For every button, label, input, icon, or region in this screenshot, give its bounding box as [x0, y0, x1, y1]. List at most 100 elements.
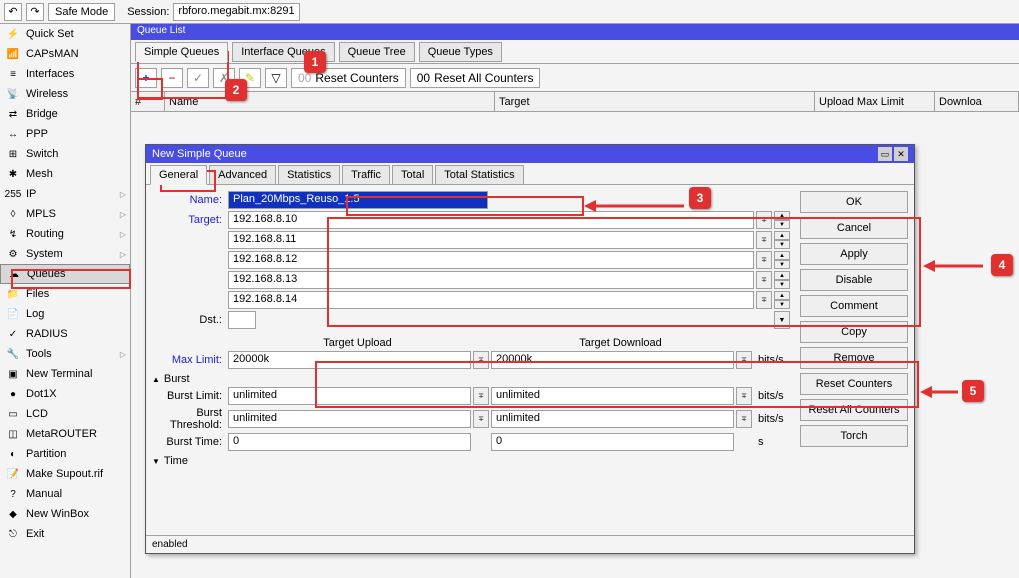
burstthresh-down-dd[interactable]: ∓ [736, 410, 752, 428]
reset-all-counters-button[interactable]: 00Reset All Counters [410, 68, 541, 88]
burstlimit-up-input[interactable]: unlimited [228, 387, 471, 405]
burstlimit-down-dd[interactable]: ∓ [736, 387, 752, 405]
maxlimit-down-dd[interactable]: ∓ [736, 351, 752, 369]
tab-queue-tree[interactable]: Queue Tree [339, 42, 415, 62]
target-up-0[interactable]: ▲ [774, 211, 790, 220]
bursttime-down-input[interactable]: 0 [491, 433, 734, 451]
sidebar-item-switch[interactable]: ⊞Switch [0, 144, 130, 164]
name-input[interactable]: Plan_20Mbps_Reuso_1:5 [228, 191, 488, 209]
burstthresh-down-input[interactable]: unlimited [491, 410, 734, 428]
remove-button[interactable]: − [161, 68, 183, 88]
dlg-tab-advanced[interactable]: Advanced [209, 165, 276, 185]
safe-mode-button[interactable]: Safe Mode [48, 3, 115, 21]
sidebar-item-partition[interactable]: ◐Partition [0, 444, 130, 464]
target-dd-4[interactable]: ∓ [756, 291, 772, 309]
reset-counters-button[interactable]: 00Reset Counters [291, 68, 406, 88]
minimize-icon[interactable]: ▭ [878, 147, 892, 161]
maxlimit-up-input[interactable]: 20000k [228, 351, 471, 369]
sidebar-item-files[interactable]: 📁Files [0, 284, 130, 304]
dlg-btn-ok[interactable]: OK [800, 191, 908, 213]
comment-button[interactable]: ✎ [239, 68, 261, 88]
add-button[interactable]: + [135, 68, 157, 88]
target-dd-1[interactable]: ∓ [756, 231, 772, 249]
sidebar-item-quick-set[interactable]: ⚡Quick Set [0, 24, 130, 44]
sidebar-item-mesh[interactable]: ✱Mesh [0, 164, 130, 184]
burstlimit-down-input[interactable]: unlimited [491, 387, 734, 405]
sidebar-item-wireless[interactable]: 📡Wireless [0, 84, 130, 104]
disable-button[interactable]: ✗ [213, 68, 235, 88]
sidebar-item-ip[interactable]: 255IP▷ [0, 184, 130, 204]
dlg-btn-disable[interactable]: Disable [800, 269, 908, 291]
filter-button[interactable]: ▽ [265, 68, 287, 88]
target-input-4[interactable]: 192.168.8.14 [228, 291, 754, 309]
dlg-btn-apply[interactable]: Apply [800, 243, 908, 265]
target-down-3[interactable]: ▼ [774, 280, 790, 289]
tab-simple-queues[interactable]: Simple Queues [135, 42, 228, 62]
target-down-2[interactable]: ▼ [774, 260, 790, 269]
dst-input[interactable] [228, 311, 256, 329]
sidebar-item-capsman[interactable]: 📶CAPsMAN [0, 44, 130, 64]
target-up-4[interactable]: ▲ [774, 291, 790, 300]
target-down-0[interactable]: ▼ [774, 220, 790, 229]
redo-button[interactable]: ↷ [26, 3, 44, 21]
sidebar-item-dot1x[interactable]: ●Dot1X [0, 384, 130, 404]
enable-button[interactable]: ✓ [187, 68, 209, 88]
maxlimit-up-dd[interactable]: ∓ [473, 351, 489, 369]
target-dd-2[interactable]: ∓ [756, 251, 772, 269]
sidebar-item-manual[interactable]: ?Manual [0, 484, 130, 504]
undo-button[interactable]: ↶ [4, 3, 22, 21]
time-section[interactable]: ▼Time [152, 455, 790, 467]
tab-interface-queues[interactable]: Interface Queues [232, 42, 334, 62]
dlg-tab-total[interactable]: Total [392, 165, 433, 185]
dlg-btn-comment[interactable]: Comment [800, 295, 908, 317]
dlg-btn-reset-counters[interactable]: Reset Counters [800, 373, 908, 395]
sidebar-item-routing[interactable]: ↯Routing▷ [0, 224, 130, 244]
sidebar-item-radius[interactable]: ✓RADIUS [0, 324, 130, 344]
burstthresh-up-dd[interactable]: ∓ [473, 410, 489, 428]
target-down-1[interactable]: ▼ [774, 240, 790, 249]
target-dd-3[interactable]: ∓ [756, 271, 772, 289]
close-icon[interactable]: ✕ [894, 147, 908, 161]
dlg-tab-statistics[interactable]: Statistics [278, 165, 340, 185]
sidebar-item-queues[interactable]: ☁Queues [0, 264, 130, 284]
target-input-1[interactable]: 192.168.8.11 [228, 231, 754, 249]
sidebar-item-make-supout-rif[interactable]: 📝Make Supout.rif [0, 464, 130, 484]
dlg-tab-total-stats[interactable]: Total Statistics [435, 165, 523, 185]
col-down[interactable]: Downloa [935, 92, 1019, 111]
dst-expand-button[interactable]: ▼ [774, 311, 790, 329]
dlg-btn-remove[interactable]: Remove [800, 347, 908, 369]
dlg-btn-torch[interactable]: Torch [800, 425, 908, 447]
target-up-3[interactable]: ▲ [774, 271, 790, 280]
target-up-1[interactable]: ▲ [774, 231, 790, 240]
tab-queue-types[interactable]: Queue Types [419, 42, 502, 62]
maxlimit-down-input[interactable]: 20000k [491, 351, 734, 369]
dlg-tab-traffic[interactable]: Traffic [342, 165, 390, 185]
dlg-btn-copy[interactable]: Copy [800, 321, 908, 343]
sidebar-item-log[interactable]: 📄Log [0, 304, 130, 324]
sidebar-item-ppp[interactable]: ↔PPP [0, 124, 130, 144]
sidebar-item-mpls[interactable]: ◊MPLS▷ [0, 204, 130, 224]
col-upmax[interactable]: Upload Max Limit [815, 92, 935, 111]
col-name[interactable]: Name [165, 92, 495, 111]
dlg-btn-reset-all-counters[interactable]: Reset All Counters [800, 399, 908, 421]
sidebar-item-new-terminal[interactable]: ▣New Terminal [0, 364, 130, 384]
target-down-4[interactable]: ▼ [774, 300, 790, 309]
sidebar-item-bridge[interactable]: ⇄Bridge [0, 104, 130, 124]
dlg-btn-cancel[interactable]: Cancel [800, 217, 908, 239]
col-target[interactable]: Target [495, 92, 815, 111]
target-input-2[interactable]: 192.168.8.12 [228, 251, 754, 269]
burstlimit-up-dd[interactable]: ∓ [473, 387, 489, 405]
sidebar-item-tools[interactable]: 🔧Tools▷ [0, 344, 130, 364]
target-up-2[interactable]: ▲ [774, 251, 790, 260]
target-dd-0[interactable]: ∓ [756, 211, 772, 229]
sidebar-item-system[interactable]: ⚙System▷ [0, 244, 130, 264]
sidebar-item-exit[interactable]: ⎋Exit [0, 524, 130, 544]
burstthresh-up-input[interactable]: unlimited [228, 410, 471, 428]
sidebar-item-metarouter[interactable]: ◫MetaROUTER [0, 424, 130, 444]
sidebar-item-interfaces[interactable]: ≡Interfaces [0, 64, 130, 84]
bursttime-up-input[interactable]: 0 [228, 433, 471, 451]
dlg-tab-general[interactable]: General [150, 165, 207, 185]
burst-section[interactable]: ▲Burst [152, 373, 790, 385]
target-input-0[interactable]: 192.168.8.10 [228, 211, 754, 229]
col-num[interactable]: # [131, 92, 165, 111]
